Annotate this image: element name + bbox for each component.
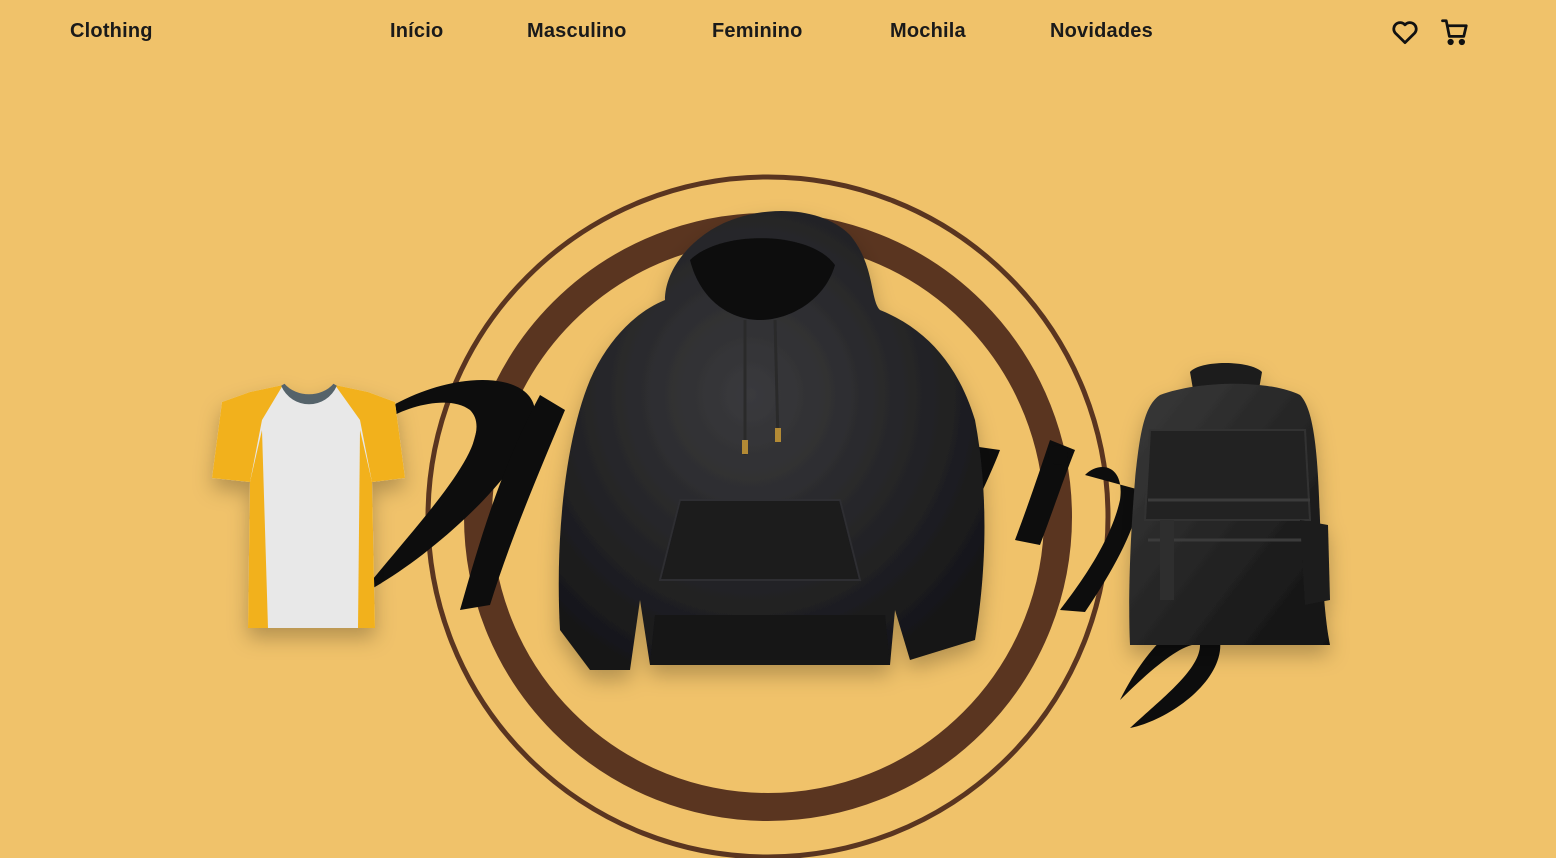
backpack-image — [1129, 363, 1330, 645]
tshirt-image — [212, 383, 405, 628]
hero-illustration — [212, 174, 1330, 858]
